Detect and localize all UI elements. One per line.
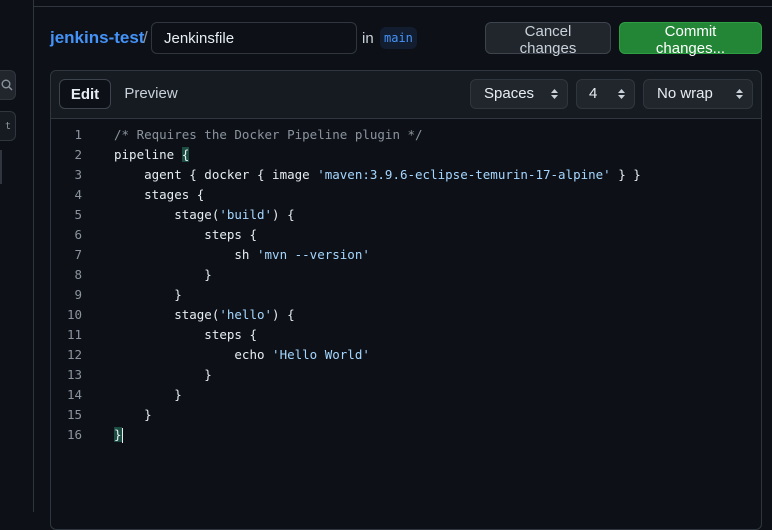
line-content: /* Requires the Docker Pipeline plugin *…	[114, 127, 423, 142]
line-content: steps {	[114, 327, 257, 342]
indent-mode-value: Spaces	[484, 85, 535, 102]
line-number: 12	[66, 347, 82, 362]
line-number: 11	[66, 327, 82, 342]
line-number: 6	[74, 227, 82, 242]
code-line: 16}	[51, 425, 761, 445]
indent-size-value: 4	[589, 85, 598, 102]
line-number: 9	[74, 287, 82, 302]
line-content: agent { docker { image 'maven:3.9.6-ecli…	[114, 167, 641, 182]
filename-input[interactable]	[151, 22, 357, 54]
code-editor: Edit Preview Spaces 4 No wrap 1 /* Requir…	[50, 70, 762, 530]
line-content: echo 'Hello World'	[114, 347, 370, 362]
code-line: 10 stage('hello') {	[51, 305, 761, 325]
line-content: steps {	[114, 227, 257, 242]
code-line: 4 stages {	[51, 185, 761, 205]
line-number: 14	[66, 387, 82, 402]
line-content: }	[114, 387, 182, 402]
line-number: 7	[74, 247, 82, 262]
file-tree-rail: t	[0, 0, 34, 512]
indent-size-select[interactable]: 4	[576, 79, 635, 109]
line-content: }	[114, 287, 182, 302]
line-number: 13	[66, 367, 82, 382]
commit-changes-button[interactable]: Commit changes...	[619, 22, 762, 57]
code-line: 9 }	[51, 285, 761, 305]
tab-edit[interactable]: Edit	[59, 79, 111, 109]
shortcut-glyph-icon: t	[4, 120, 11, 132]
code-line: 5 stage('build') {	[51, 205, 761, 225]
code-line: 11 steps {	[51, 325, 761, 345]
line-content: stages {	[114, 187, 205, 202]
cancel-changes-button[interactable]: Cancel changes	[485, 22, 611, 57]
path-separator: /	[143, 28, 148, 47]
line-number: 1	[74, 127, 82, 142]
line-number: 4	[74, 187, 82, 202]
wrap-mode-select[interactable]: No wrap	[643, 79, 753, 109]
shortcut-key-button[interactable]: t	[0, 111, 16, 141]
code-line: 8 }	[51, 265, 761, 285]
top-border	[0, 0, 772, 7]
line-content: pipeline {	[114, 147, 190, 162]
line-number: 10	[66, 307, 82, 322]
code-line: 14 }	[51, 385, 761, 405]
select-caret-icon	[618, 89, 625, 99]
code-line: 3 agent { docker { image 'maven:3.9.6-ec…	[51, 165, 761, 185]
code-line: 15 }	[51, 405, 761, 425]
code-line: 7 sh 'mvn --version'	[51, 245, 761, 265]
line-content: }	[114, 407, 152, 422]
code-line: 2 pipeline {	[51, 145, 761, 165]
line-content: stage('build') {	[114, 207, 295, 222]
search-button[interactable]	[0, 70, 16, 100]
code-area[interactable]: 1 /* Requires the Docker Pipeline plugin …	[51, 119, 761, 529]
wrap-mode-value: No wrap	[657, 85, 713, 102]
line-number: 8	[74, 267, 82, 282]
code-line: 1 /* Requires the Docker Pipeline plugin …	[51, 125, 761, 145]
code-line: 13 }	[51, 365, 761, 385]
line-content: }	[114, 367, 212, 382]
line-number: 15	[66, 407, 82, 422]
line-content: sh 'mvn --version'	[114, 247, 370, 262]
editor-header: jenkins-test / in main Cancel changes Co…	[50, 22, 762, 57]
select-caret-icon	[551, 89, 558, 99]
line-content: stage('hello') {	[114, 307, 295, 322]
editor-toolbar: Edit Preview Spaces 4 No wrap	[51, 71, 761, 119]
tree-indicator	[0, 150, 2, 184]
line-number: 3	[74, 167, 82, 182]
code-line: 12 echo 'Hello World'	[51, 345, 761, 365]
search-icon	[1, 79, 13, 91]
indent-mode-select[interactable]: Spaces	[470, 79, 568, 109]
in-label: in	[362, 30, 374, 47]
line-content: }	[114, 267, 212, 282]
branch-badge: main	[380, 27, 417, 49]
code-line: 6 steps {	[51, 225, 761, 245]
line-number: 16	[66, 427, 82, 442]
repo-link[interactable]: jenkins-test	[50, 28, 144, 48]
select-caret-icon	[736, 89, 743, 99]
line-number: 5	[74, 207, 82, 222]
line-content: }	[114, 427, 123, 443]
line-number: 2	[74, 147, 82, 162]
tab-preview[interactable]: Preview	[113, 79, 189, 109]
